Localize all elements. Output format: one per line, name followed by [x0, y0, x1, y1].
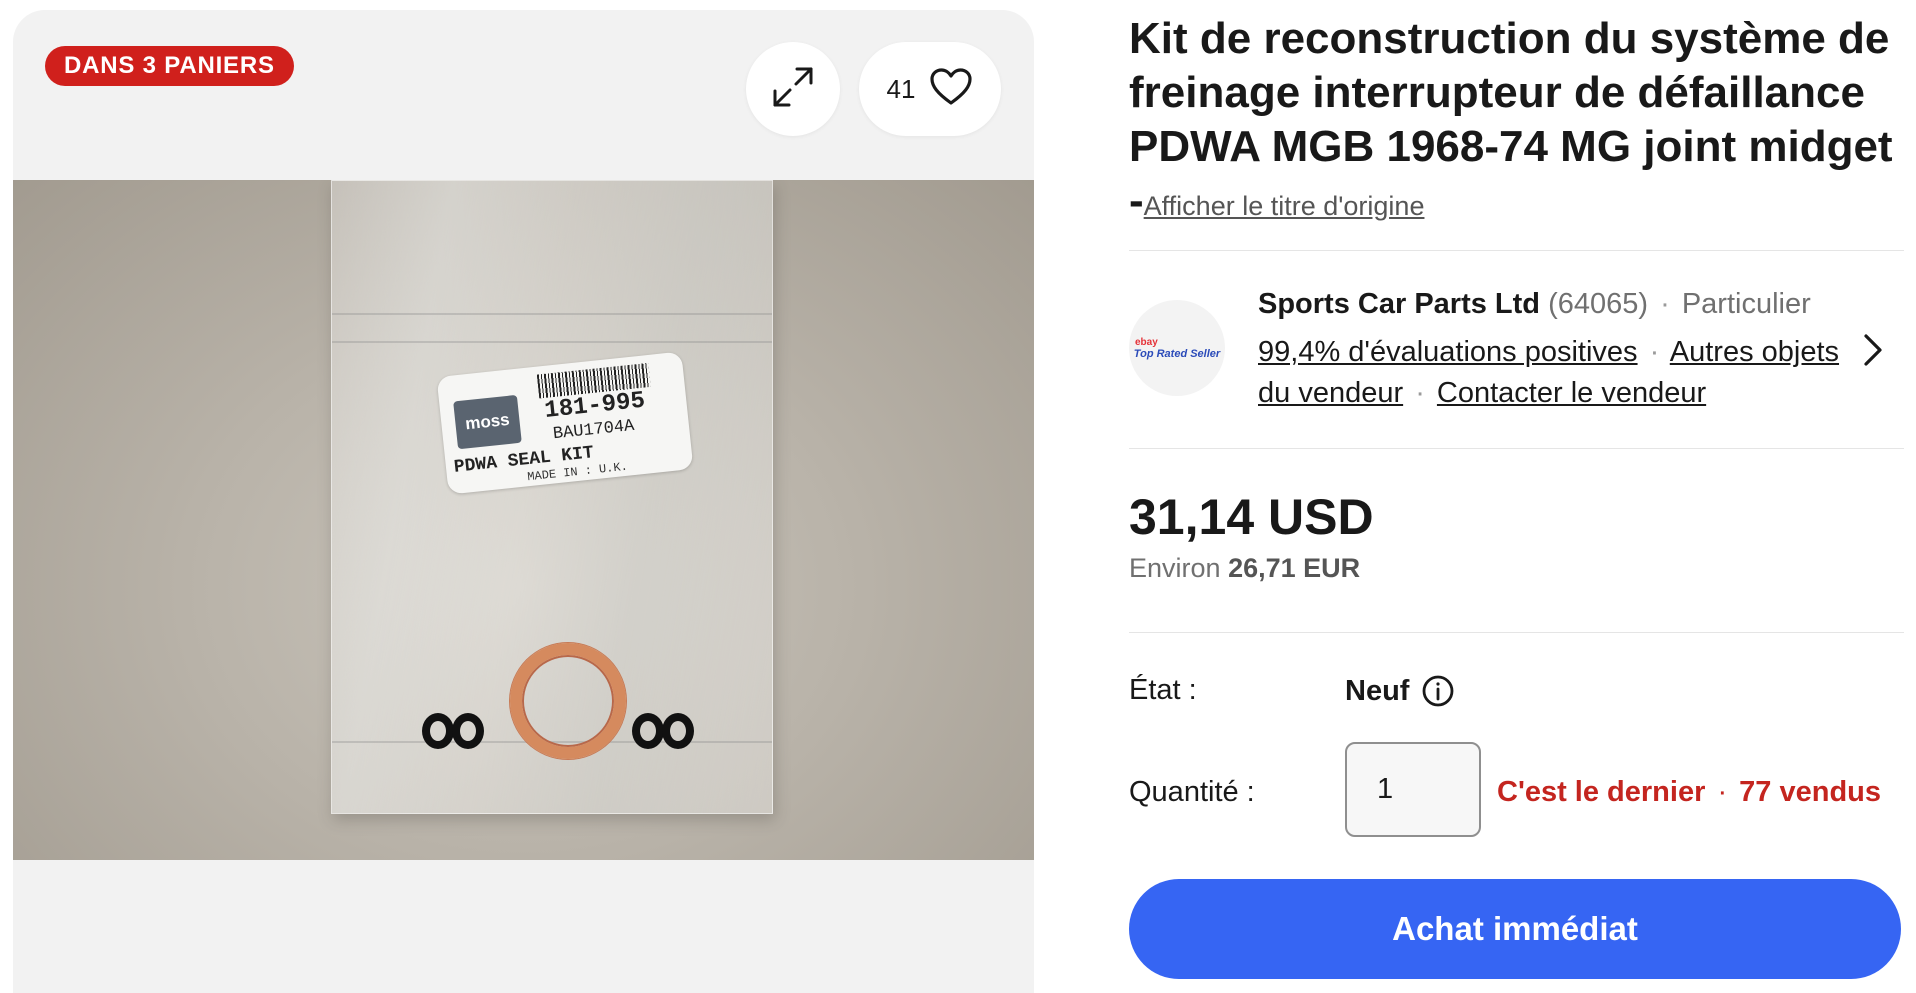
- ebay-logo: ebay: [1135, 336, 1158, 348]
- quantity-input[interactable]: [1345, 742, 1481, 837]
- contact-seller-link[interactable]: Contacter le vendeur: [1437, 377, 1706, 409]
- info-icon[interactable]: [1421, 674, 1455, 708]
- approx-value: 26,71 EUR: [1228, 553, 1361, 583]
- watch-button[interactable]: 41: [859, 42, 1001, 136]
- quantity-label: Quantité :: [1129, 776, 1255, 808]
- approx-price: Environ 26,71 EUR: [1129, 553, 1360, 584]
- top-rated-seller-badge: Top Rated Seller: [1133, 347, 1221, 360]
- watch-count: 41: [886, 73, 916, 104]
- seller-type: Particulier: [1681, 288, 1811, 320]
- product-photo[interactable]: moss 181-995 BAU1704A PDWA SEAL KIT MADE…: [13, 180, 1034, 860]
- buy-it-now-button[interactable]: Achat immédiat: [1129, 879, 1901, 979]
- listing-title: Kit de reconstruction du système de frei…: [1129, 12, 1904, 233]
- divider: [1129, 632, 1904, 633]
- o-ring: [452, 713, 484, 749]
- heart-icon: [929, 67, 973, 112]
- price: 31,14 USD: [1129, 489, 1374, 545]
- image-gallery: DANS 3 PANIERS 41 moss 181-995 BAU1704A …: [13, 10, 1034, 993]
- seller-name-row: Sports Car Parts Ltd (64065) · Particuli…: [1258, 288, 1811, 321]
- seller-links: 99,4% d'évaluations positives · Autres o…: [1258, 332, 1858, 414]
- o-ring: [662, 713, 694, 749]
- stock-info: C'est le dernier · 77 vendus: [1497, 776, 1881, 809]
- bag-seal-line: [332, 341, 772, 343]
- divider: [1129, 448, 1904, 449]
- show-original-title-link[interactable]: Afficher le titre d'origine: [1144, 191, 1425, 221]
- page: DANS 3 PANIERS 41 moss 181-995 BAU1704A …: [0, 0, 1916, 993]
- product-sticker: moss 181-995 BAU1704A PDWA SEAL KIT MADE…: [436, 351, 694, 495]
- separator-dot: ·: [1649, 336, 1660, 368]
- sold-count: 77 vendus: [1739, 776, 1882, 808]
- copper-washer: [510, 643, 626, 759]
- separator-dot: ·: [1660, 288, 1670, 320]
- expand-icon: [769, 63, 817, 116]
- positive-feedback-link[interactable]: 99,4% d'évaluations positives: [1258, 336, 1638, 368]
- seller-avatar[interactable]: ebay Top Rated Seller: [1129, 300, 1225, 396]
- seller-feedback-count: (64065): [1548, 288, 1649, 320]
- last-one-text: C'est le dernier: [1497, 776, 1706, 808]
- approx-label: Environ: [1129, 553, 1221, 583]
- o-ring: [422, 713, 454, 749]
- in-carts-badge: DANS 3 PANIERS: [45, 46, 294, 86]
- chevron-right-icon[interactable]: [1862, 332, 1884, 373]
- separator-dot: ·: [1415, 377, 1425, 409]
- separator-dot: ·: [1717, 776, 1728, 808]
- o-ring: [632, 713, 664, 749]
- moss-logo: moss: [453, 394, 522, 450]
- divider: [1129, 250, 1904, 251]
- condition-value: Neuf: [1345, 674, 1410, 707]
- seller-card: ebay Top Rated Seller Sports Car Parts L…: [1129, 282, 1904, 442]
- plastic-bag: moss 181-995 BAU1704A PDWA SEAL KIT MADE…: [331, 180, 773, 814]
- expand-image-button[interactable]: [746, 42, 840, 136]
- condition-value-row: Neuf: [1345, 674, 1455, 708]
- condition-label: État :: [1129, 674, 1197, 706]
- seller-name[interactable]: Sports Car Parts Ltd: [1258, 288, 1540, 320]
- bag-seal-line: [332, 313, 772, 315]
